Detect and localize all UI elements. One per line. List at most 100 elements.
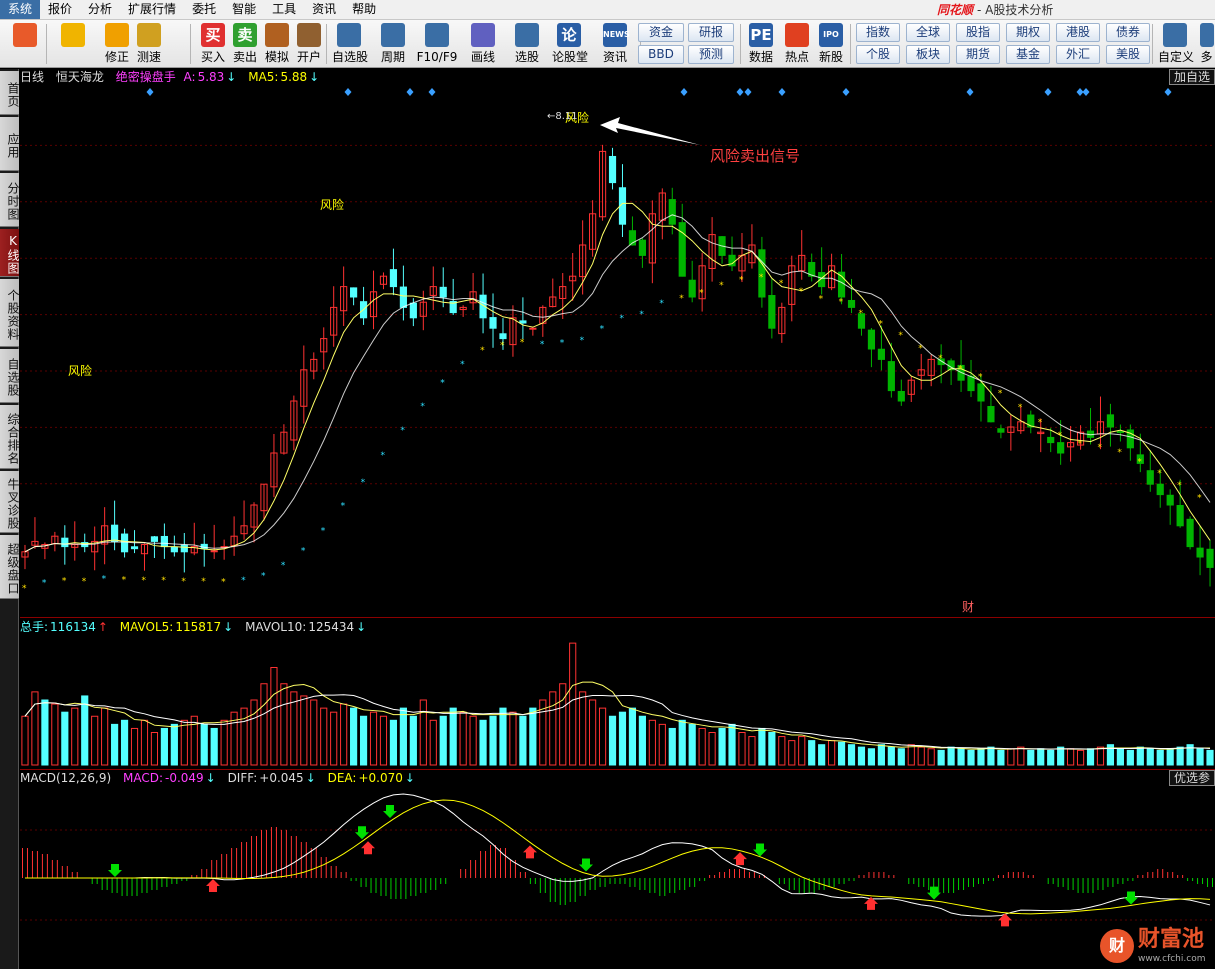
- signal-diamond-marker: [966, 88, 974, 96]
- sidebar-tab-7[interactable]: 牛叉诊股: [0, 471, 20, 533]
- quick-button-0[interactable]: BBD: [638, 45, 684, 64]
- volume-bar: [847, 744, 856, 766]
- volume-bar: [240, 707, 248, 766]
- toolbar-button-ipo[interactable]: IPO 新股: [814, 22, 848, 66]
- menu-item-7[interactable]: 资讯: [304, 0, 344, 19]
- sidebar-tab-3[interactable]: K线图: [0, 229, 20, 277]
- chart-area[interactable]: 日线 恒天海龙 绝密操盘手 A: 5.83 ↓ MA5: 5.88 ↓ 加自选 * * * *…: [20, 69, 1215, 969]
- toolbar-button-forum[interactable]: 论论股堂: [552, 22, 588, 66]
- menu-item-6[interactable]: 工具: [264, 0, 304, 19]
- toolbar-button-back-arrow[interactable]: [56, 22, 90, 66]
- toolbar-button-up-down[interactable]: 修正: [100, 22, 134, 66]
- a-line-star: *: [161, 576, 166, 586]
- quick-button-3[interactable]: 期权: [1006, 23, 1050, 42]
- quick-button-4[interactable]: 外汇: [1056, 45, 1100, 64]
- candle: [489, 317, 497, 329]
- sidebar-tab-4[interactable]: 个股资料: [0, 279, 20, 347]
- overflow-icon: [1199, 23, 1214, 47]
- a-line-star: *: [1177, 481, 1182, 491]
- quick-button-1[interactable]: 全球: [906, 23, 950, 42]
- sidebar-tab-1[interactable]: 应用: [0, 117, 20, 171]
- menu-item-8[interactable]: 帮助: [344, 0, 384, 19]
- volume-bar: [698, 727, 706, 766]
- volume-bar: [957, 748, 965, 766]
- toolbar-button-timer[interactable]: 测速: [132, 22, 166, 66]
- a-line-star: *: [600, 325, 605, 335]
- toolbar-button-pen[interactable]: 画线: [466, 22, 500, 66]
- a-line-star: *: [480, 346, 485, 356]
- volume-bar: [688, 723, 696, 766]
- menu-item-3[interactable]: 扩展行情: [120, 0, 184, 19]
- a-line-star: *: [639, 310, 644, 320]
- volume-bar: [1156, 749, 1164, 766]
- volume-chart: [21, 642, 1214, 766]
- sidebar-tab-5[interactable]: 自选股: [0, 349, 20, 403]
- quick-button-0[interactable]: 资金: [638, 23, 684, 42]
- quick-button-5[interactable]: 美股: [1106, 45, 1150, 64]
- quick-button-2[interactable]: 期货: [956, 45, 1000, 64]
- quick-button-5[interactable]: 债券: [1106, 23, 1150, 42]
- toolbar-button-news[interactable]: NEWS 资讯: [598, 22, 632, 66]
- risk-label: 风险: [68, 363, 92, 378]
- volume-bar: [887, 746, 895, 766]
- volume-bar: [758, 727, 766, 766]
- signal-diamond-marker: [778, 88, 786, 96]
- toolbar-button-pe[interactable]: PE 数据: [744, 22, 778, 66]
- candle: [1196, 547, 1204, 558]
- volume-bar: [579, 691, 587, 766]
- toolbar-button-f10[interactable]: F10/F9: [416, 22, 458, 66]
- toolbar-button-custom[interactable]: 自定义: [1158, 22, 1194, 66]
- macd-chart: [20, 793, 1215, 927]
- toolbar-button-buy[interactable]: 买买入: [196, 22, 230, 66]
- menu-item-5[interactable]: 智能: [224, 0, 264, 19]
- volume-bar: [250, 699, 258, 766]
- quick-button-0[interactable]: 个股: [856, 45, 900, 64]
- signal-diamond-marker: [736, 88, 744, 96]
- toolbar-button-lock[interactable]: 开户: [292, 22, 326, 66]
- a-line-star: *: [1058, 431, 1063, 441]
- toolbar-button-clock[interactable]: 周期: [376, 22, 410, 66]
- volume-bar: [310, 699, 318, 766]
- volume-bar: [340, 703, 348, 766]
- a-line-star: *: [918, 344, 923, 354]
- volume-bar: [479, 719, 487, 766]
- toolbar-button-hot[interactable]: 热点: [780, 22, 814, 66]
- volume-bar: [738, 732, 746, 766]
- buy-icon: 买: [201, 23, 225, 47]
- toolbar-button-label: 画线: [470, 50, 495, 64]
- volume-bar: [618, 711, 627, 766]
- toolbar-overflow[interactable]: 多: [1198, 22, 1215, 66]
- volume-bar: [907, 744, 915, 766]
- toolbar-button-hammer[interactable]: 模拟: [260, 22, 294, 66]
- quick-button-2[interactable]: 股指: [956, 23, 1000, 42]
- quick-button-3[interactable]: 基金: [1006, 45, 1050, 64]
- quick-button-0[interactable]: 指数: [856, 23, 900, 42]
- sidebar-tab-8[interactable]: 超级盘口: [0, 535, 20, 599]
- quick-button-4[interactable]: 港股: [1056, 23, 1100, 42]
- quick-button-1[interactable]: 板块: [906, 45, 950, 64]
- candle: [1166, 494, 1174, 506]
- quick-button-1[interactable]: 研报: [688, 23, 734, 42]
- menu-item-2[interactable]: 分析: [80, 0, 120, 19]
- menu-item-0[interactable]: 系统: [0, 0, 41, 19]
- finance-marker: 财: [962, 600, 974, 614]
- toolbar-button-screen[interactable]: 选股: [510, 22, 544, 66]
- signal-diamond-marker: [842, 88, 850, 96]
- quick-button-1[interactable]: 预测: [688, 45, 734, 64]
- toolbar-button-sell[interactable]: 卖卖出: [228, 22, 262, 66]
- sidebar-tab-2[interactable]: 分时图: [0, 173, 20, 227]
- candle: [997, 428, 1005, 433]
- toolbar-button-star[interactable]: 自选股: [332, 22, 368, 66]
- a-line-star: *: [858, 309, 863, 319]
- menu-item-1[interactable]: 报价: [40, 0, 80, 19]
- toolbar-button-mosaic[interactable]: [8, 22, 42, 66]
- candle: [399, 286, 407, 308]
- a-line-star: *: [580, 336, 585, 346]
- sidebar-tab-0[interactable]: 首页: [0, 71, 20, 115]
- hot-icon: [785, 23, 809, 47]
- menu-item-4[interactable]: 委托: [184, 0, 224, 19]
- volume-bar: [1017, 746, 1025, 766]
- diff-line: [24, 793, 1211, 917]
- sidebar-tab-6[interactable]: 综合排名: [0, 405, 20, 469]
- a-line-star: *: [739, 275, 744, 285]
